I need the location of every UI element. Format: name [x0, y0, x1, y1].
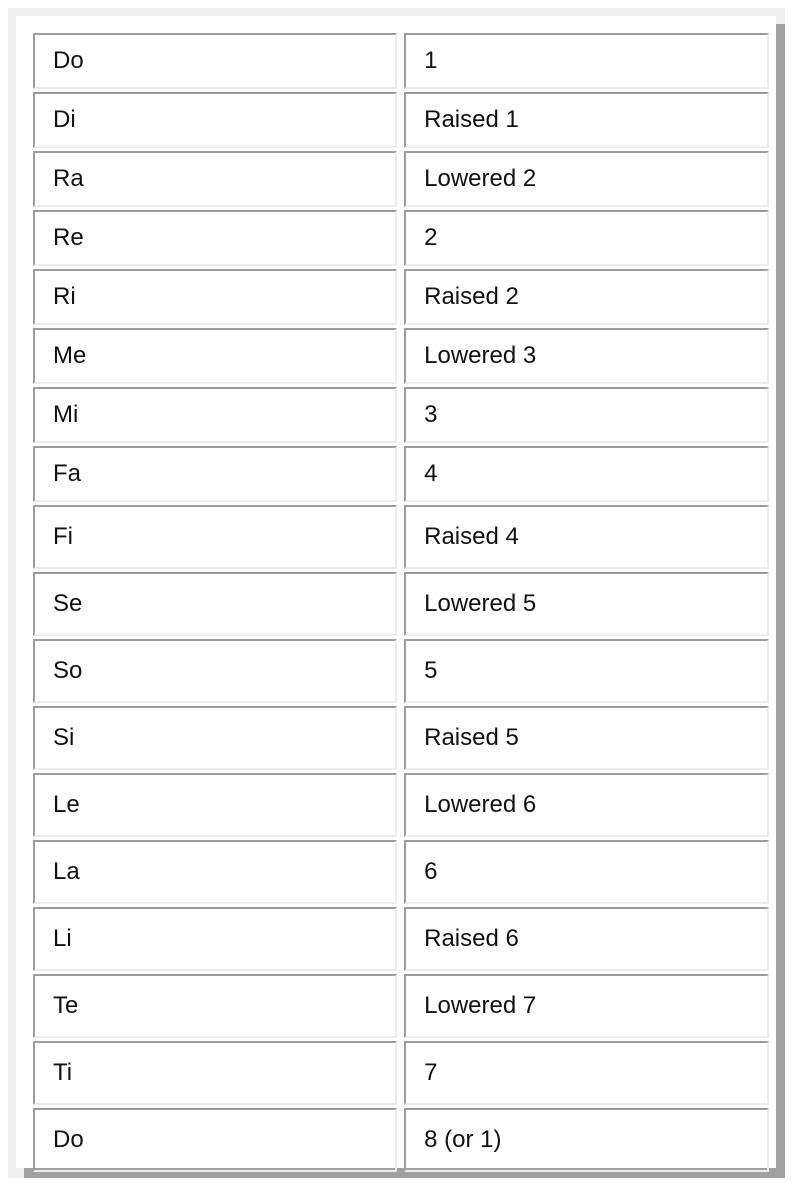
degree-cell: 7: [404, 1041, 769, 1105]
degree-cell: 5: [404, 639, 769, 703]
syllable-cell: Te: [33, 974, 398, 1038]
degree-cell: 4: [404, 446, 769, 502]
table-row: Li Raised 6: [33, 907, 769, 971]
table-row: Si Raised 5: [33, 706, 769, 770]
degree-cell: Lowered 7: [404, 974, 769, 1038]
table-row: Ra Lowered 2: [33, 151, 769, 207]
syllable-cell: Ti: [33, 1041, 398, 1105]
syllable-cell: Li: [33, 907, 398, 971]
solfege-table: Do 1 Di Raised 1 Ra Lowered 2 Re 2 Ri Raised 2 Me L…: [26, 30, 776, 1175]
table-row: Mi 3: [33, 387, 769, 443]
syllable-cell: Di: [33, 92, 398, 148]
syllable-cell: Do: [33, 1108, 398, 1172]
degree-cell: Lowered 5: [404, 572, 769, 636]
syllable-cell: Ri: [33, 269, 398, 325]
table-row: Te Lowered 7: [33, 974, 769, 1038]
degree-cell: 8 (or 1): [404, 1108, 769, 1172]
syllable-cell: Ra: [33, 151, 398, 207]
degree-cell: Raised 4: [404, 505, 769, 569]
syllable-cell: Si: [33, 706, 398, 770]
degree-cell: Raised 6: [404, 907, 769, 971]
degree-cell: Raised 2: [404, 269, 769, 325]
syllable-cell: La: [33, 840, 398, 904]
degree-cell: Lowered 3: [404, 328, 769, 384]
table-row: Me Lowered 3: [33, 328, 769, 384]
table-row: Ti 7: [33, 1041, 769, 1105]
syllable-cell: Le: [33, 773, 398, 837]
table-row: Le Lowered 6: [33, 773, 769, 837]
syllable-cell: Mi: [33, 387, 398, 443]
syllable-cell: Fa: [33, 446, 398, 502]
table-row: Do 1: [33, 33, 769, 89]
syllable-cell: Me: [33, 328, 398, 384]
degree-cell: Raised 1: [404, 92, 769, 148]
degree-cell: 1: [404, 33, 769, 89]
table-row: Se Lowered 5: [33, 572, 769, 636]
table-row: So 5: [33, 639, 769, 703]
degree-cell: 6: [404, 840, 769, 904]
syllable-cell: Do: [33, 33, 398, 89]
table-row: Fa 4: [33, 446, 769, 502]
degree-cell: Lowered 6: [404, 773, 769, 837]
syllable-cell: Fi: [33, 505, 398, 569]
syllable-cell: Re: [33, 210, 398, 266]
table-row: Ri Raised 2: [33, 269, 769, 325]
degree-cell: Raised 5: [404, 706, 769, 770]
table-row: Do 8 (or 1): [33, 1108, 769, 1172]
degree-cell: Lowered 2: [404, 151, 769, 207]
table-panel: Do 1 Di Raised 1 Ra Lowered 2 Re 2 Ri Raised 2 Me L…: [16, 16, 776, 1172]
table-row: Di Raised 1: [33, 92, 769, 148]
syllable-cell: Se: [33, 572, 398, 636]
table-row: La 6: [33, 840, 769, 904]
degree-cell: 2: [404, 210, 769, 266]
table-row: Fi Raised 4: [33, 505, 769, 569]
table-row: Re 2: [33, 210, 769, 266]
degree-cell: 3: [404, 387, 769, 443]
syllable-cell: So: [33, 639, 398, 703]
